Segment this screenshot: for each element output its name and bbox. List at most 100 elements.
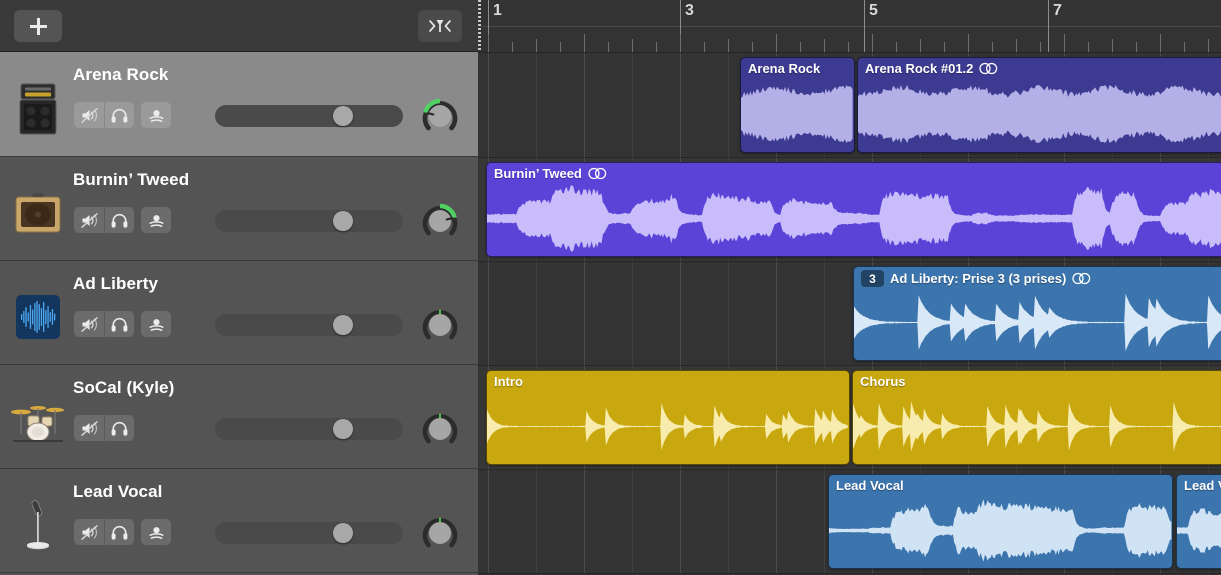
stereo-icon bbox=[1072, 272, 1091, 285]
flex-time-button[interactable] bbox=[418, 10, 462, 42]
mute-icon bbox=[81, 108, 98, 123]
volume-slider-thumb[interactable] bbox=[333, 419, 353, 439]
ruler-tick bbox=[1160, 34, 1161, 52]
region-header: Arena Rock #01.2 bbox=[865, 61, 998, 76]
lane-grid-line bbox=[536, 53, 537, 157]
track-instrument-icon bbox=[10, 185, 66, 241]
region-title-label: Lead Vocal bbox=[1184, 478, 1221, 493]
mute-button[interactable] bbox=[74, 102, 104, 128]
ruler-tick bbox=[728, 39, 729, 52]
solo-button[interactable] bbox=[104, 519, 134, 545]
track-header-list: Arena Rock Burnin’ Tweed Ad Liberty SoCal (… bbox=[0, 52, 478, 573]
pan-knob-dial bbox=[422, 411, 458, 447]
track-header-1[interactable]: Arena Rock bbox=[0, 52, 478, 157]
record-enable-icon bbox=[148, 213, 165, 228]
volume-slider[interactable] bbox=[215, 210, 403, 232]
lane-grid-line bbox=[824, 262, 825, 365]
volume-slider[interactable] bbox=[215, 105, 403, 127]
ruler-tick bbox=[1088, 42, 1089, 52]
volume-slider-thumb[interactable] bbox=[333, 315, 353, 335]
track-instrument-icon bbox=[10, 289, 66, 345]
audio-region[interactable]: 3Ad Liberty: Prise 3 (3 prises) bbox=[853, 266, 1221, 361]
track-lane-2[interactable]: Burnin’ Tweed bbox=[478, 158, 1221, 262]
volume-slider-thumb[interactable] bbox=[333, 523, 353, 543]
mute-button[interactable] bbox=[74, 311, 104, 337]
volume-slider[interactable] bbox=[215, 314, 403, 336]
audio-region[interactable]: Intro bbox=[486, 370, 850, 465]
ruler-tick bbox=[968, 34, 969, 52]
record-enable-button[interactable] bbox=[141, 102, 171, 128]
solo-button[interactable] bbox=[104, 102, 134, 128]
headphones-icon bbox=[111, 108, 128, 123]
pan-knob[interactable] bbox=[422, 515, 458, 551]
mute-button[interactable] bbox=[74, 519, 104, 545]
track-lane-4[interactable]: Intro Chorus bbox=[478, 366, 1221, 470]
pan-knob[interactable] bbox=[422, 411, 458, 447]
ruler-tick bbox=[1112, 39, 1113, 52]
region-header: Intro bbox=[494, 374, 523, 389]
solo-button[interactable] bbox=[104, 415, 134, 441]
pan-knob[interactable] bbox=[422, 203, 458, 239]
audio-region[interactable]: Arena Rock #01.2 bbox=[857, 57, 1221, 153]
track-header-4[interactable]: SoCal (Kyle) bbox=[0, 365, 478, 469]
region-title-label: Lead Vocal bbox=[836, 478, 904, 493]
volume-slider-thumb[interactable] bbox=[333, 211, 353, 231]
audio-region[interactable]: Burnin’ Tweed bbox=[486, 162, 1221, 257]
track-header-5[interactable]: Lead Vocal bbox=[0, 469, 478, 573]
track-name-label: Burnin’ Tweed bbox=[73, 170, 189, 190]
ruler-tick bbox=[560, 42, 561, 52]
volume-slider[interactable] bbox=[215, 522, 403, 544]
region-header: Burnin’ Tweed bbox=[494, 166, 607, 181]
track-instrument-icon bbox=[10, 81, 66, 137]
record-enable-icon bbox=[148, 108, 165, 123]
track-button-group bbox=[74, 102, 171, 128]
track-headers-panel: Arena Rock Burnin’ Tweed Ad Liberty SoCal (… bbox=[0, 0, 478, 575]
bar-number-label: 7 bbox=[1048, 2, 1062, 20]
audio-region[interactable]: Lead Vocal bbox=[1176, 474, 1221, 569]
region-header: Lead Vocal bbox=[1184, 478, 1221, 493]
record-enable-button[interactable] bbox=[141, 311, 171, 337]
track-name-label: Lead Vocal bbox=[73, 482, 163, 502]
mute-button[interactable] bbox=[74, 415, 104, 441]
record-enable-button[interactable] bbox=[141, 519, 171, 545]
bar-number-label: 3 bbox=[680, 2, 694, 20]
audio-region[interactable]: Arena Rock bbox=[740, 57, 855, 153]
track-lane-3[interactable]: 3Ad Liberty: Prise 3 (3 prises) bbox=[478, 262, 1221, 366]
track-instrument-icon bbox=[10, 393, 66, 449]
audio-waveform-icon bbox=[15, 294, 61, 340]
record-enable-icon bbox=[148, 317, 165, 332]
mute-icon bbox=[81, 317, 98, 332]
pan-knob[interactable] bbox=[422, 307, 458, 343]
solo-button[interactable] bbox=[104, 207, 134, 233]
ruler-tick bbox=[632, 39, 633, 52]
track-header-2[interactable]: Burnin’ Tweed bbox=[0, 157, 478, 261]
track-name-label: Ad Liberty bbox=[73, 274, 158, 294]
track-lane-5[interactable]: Lead Vocal Lead Vocal bbox=[478, 470, 1221, 574]
ruler-tick bbox=[848, 42, 849, 52]
audio-region[interactable]: Chorus bbox=[852, 370, 1221, 465]
region-waveform bbox=[854, 287, 1221, 358]
region-header: 3Ad Liberty: Prise 3 (3 prises) bbox=[861, 270, 1091, 287]
volume-slider[interactable] bbox=[215, 418, 403, 440]
region-waveform bbox=[741, 78, 854, 150]
pan-knob-dial bbox=[422, 515, 458, 551]
track-header-3[interactable]: Ad Liberty bbox=[0, 261, 478, 365]
ruler-tick bbox=[800, 42, 801, 52]
mute-button[interactable] bbox=[74, 207, 104, 233]
region-waveform bbox=[858, 78, 1221, 150]
record-enable-button[interactable] bbox=[141, 207, 171, 233]
pan-knob-dial bbox=[422, 203, 458, 239]
add-track-button[interactable] bbox=[14, 10, 62, 42]
pan-knob[interactable] bbox=[422, 98, 458, 134]
track-lane-1[interactable]: Arena Rock Arena Rock #01.2 bbox=[478, 53, 1221, 158]
lane-grid-line bbox=[584, 53, 585, 157]
region-title-label: Burnin’ Tweed bbox=[494, 166, 582, 181]
timeline-ruler[interactable]: 1357 bbox=[478, 0, 1221, 53]
playhead[interactable] bbox=[478, 0, 481, 52]
ruler-tick bbox=[872, 34, 873, 52]
volume-slider-thumb[interactable] bbox=[333, 106, 353, 126]
microphone-stand-icon bbox=[18, 497, 58, 553]
audio-region[interactable]: Lead Vocal bbox=[828, 474, 1173, 569]
ruler-tick bbox=[488, 34, 489, 52]
solo-button[interactable] bbox=[104, 311, 134, 337]
